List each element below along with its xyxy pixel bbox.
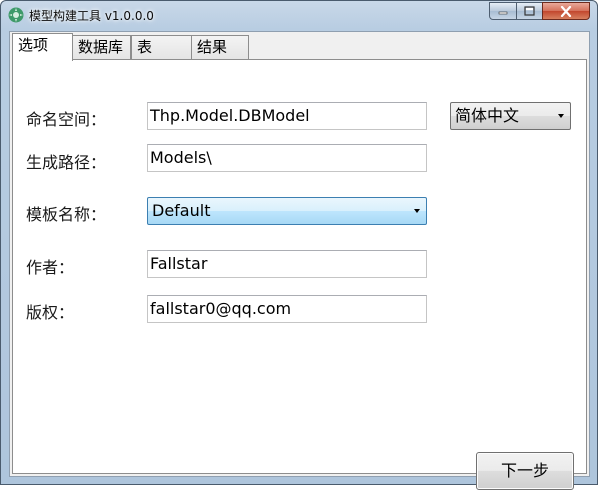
copyright-input[interactable]: fallstar0@qq.com — [147, 295, 427, 323]
namespace-label: 命名空间： — [26, 110, 107, 129]
options-panel: 命名空间： Thp.Model.DBModel 简体中文 生成路径： Model… — [12, 59, 587, 490]
namespace-input[interactable]: Thp.Model.DBModel — [147, 102, 427, 130]
output-path-input[interactable]: Models\ — [147, 144, 427, 172]
close-icon — [560, 5, 572, 17]
tab-tables[interactable]: 表 — [131, 35, 192, 60]
language-select-value: 简体中文 — [455, 106, 520, 125]
template-select[interactable]: Default — [147, 197, 427, 225]
maximize-button[interactable] — [516, 2, 543, 20]
minimize-button[interactable] — [489, 2, 517, 20]
app-gear-icon — [8, 7, 24, 23]
tab-database[interactable]: 数据库 — [72, 35, 131, 60]
copyright-label: 版权： — [26, 303, 75, 322]
chevron-down-icon — [414, 209, 420, 213]
title-bar[interactable]: 模型构建工具 v1.0.0.0 — [1, 1, 597, 31]
template-select-value: Default — [152, 201, 211, 220]
tab-results[interactable]: 结果 — [191, 35, 249, 60]
author-label: 作者： — [26, 258, 75, 277]
output-path-label: 生成路径： — [26, 153, 107, 172]
window-title: 模型构建工具 v1.0.0.0 — [29, 9, 154, 23]
client-area: 选项 数据库 表 结果 命名空间： Thp.Model.DBModel 简体中文… — [9, 31, 590, 490]
close-button[interactable] — [542, 2, 590, 20]
maximize-icon — [524, 6, 535, 16]
template-label: 模板名称： — [26, 205, 107, 224]
app-window: 模型构建工具 v1.0.0.0 选项 数据库 表 结果 命名空间： Thp.Mo… — [0, 0, 598, 490]
chevron-down-icon — [558, 114, 564, 118]
language-select[interactable]: 简体中文 — [450, 102, 571, 130]
next-step-button[interactable]: 下一步 — [476, 452, 574, 490]
tab-options[interactable]: 选项 — [12, 33, 73, 61]
author-input[interactable]: Fallstar — [147, 250, 427, 278]
minimize-icon — [498, 11, 508, 15]
